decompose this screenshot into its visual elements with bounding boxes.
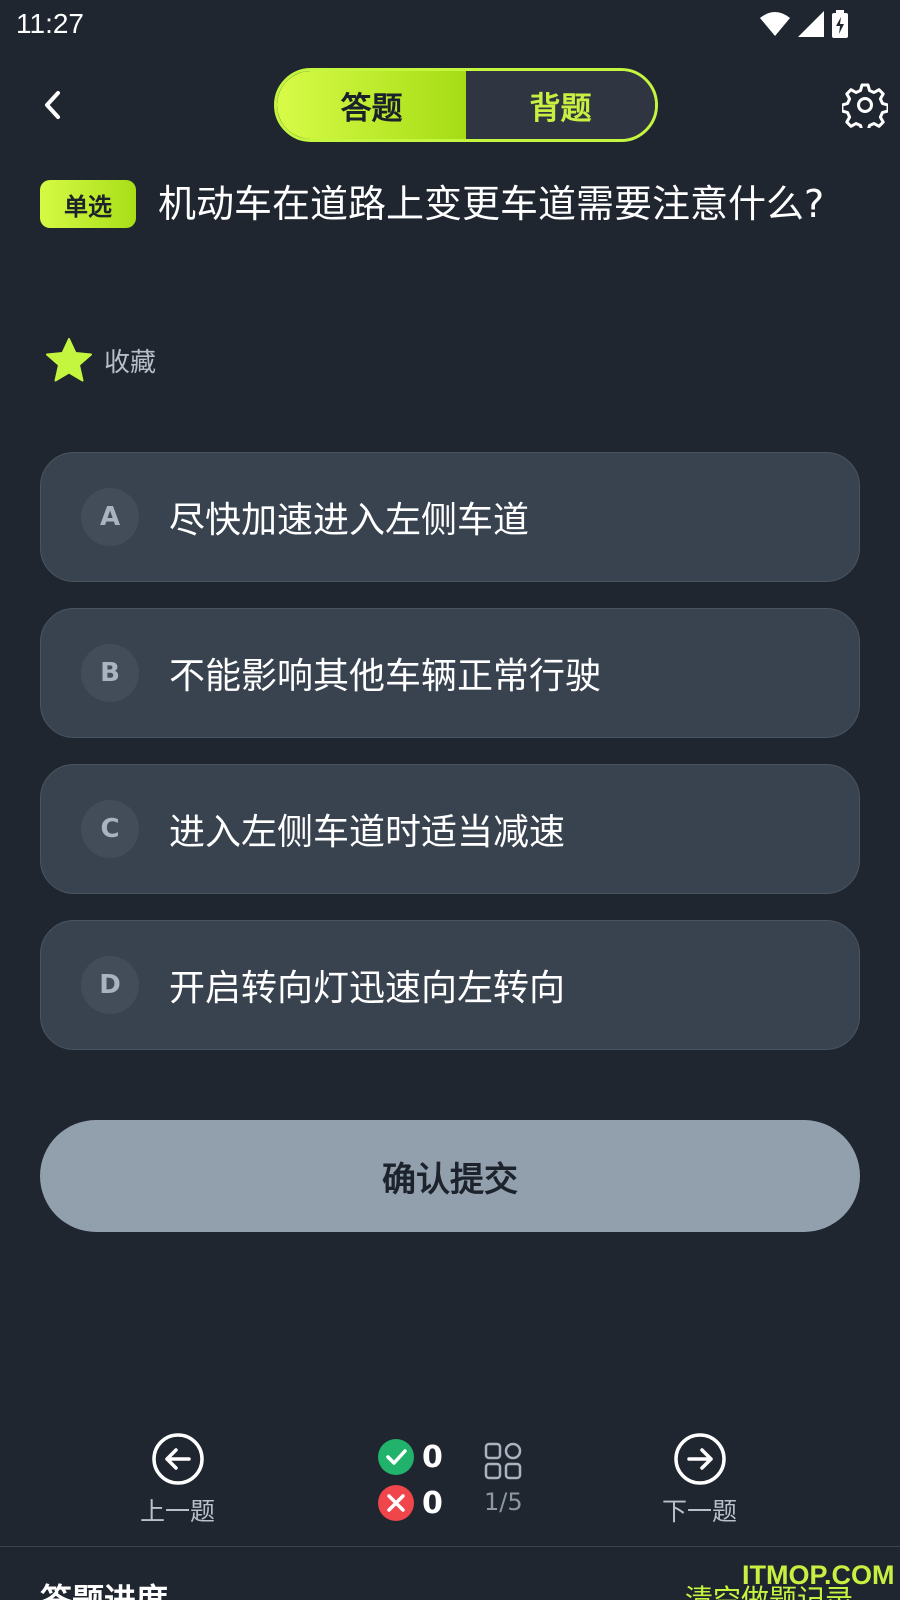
progress-title: 答题进度 xyxy=(40,1581,169,1600)
option-b[interactable]: B 不能影响其他车辆正常行驶 xyxy=(40,608,860,738)
cross-circle-icon xyxy=(378,1485,414,1521)
question-type-badge: 单选 xyxy=(40,180,136,228)
progress-label: 1/5 xyxy=(484,1488,523,1516)
status-icons xyxy=(760,10,848,38)
bottom-nav: 上一题 0 0 1/5 下一题 xyxy=(0,1420,900,1530)
chevron-left-icon xyxy=(45,91,60,119)
arrow-left-circle-icon xyxy=(151,1433,204,1485)
question-text: 机动车在道路上变更车道需要注意什么? xyxy=(158,182,825,226)
option-text: 进入左侧车道时适当减速 xyxy=(169,812,566,853)
option-d[interactable]: D 开启转向灯迅速向左转向 xyxy=(40,920,860,1050)
option-letter: B xyxy=(81,644,139,702)
arrow-right-circle-icon xyxy=(673,1433,726,1485)
correct-row: 0 xyxy=(378,1434,443,1480)
wifi-icon xyxy=(760,12,790,36)
signal-icon xyxy=(798,11,824,37)
check-circle-icon xyxy=(378,1439,414,1475)
next-question-button[interactable]: 下一题 xyxy=(662,1432,737,1528)
option-c[interactable]: C 进入左侧车道时适当减速 xyxy=(40,764,860,894)
watermark: ITMOP.COM xyxy=(742,1560,895,1590)
wrong-count: 0 xyxy=(422,1485,443,1521)
gear-icon xyxy=(840,83,890,133)
score-summary: 0 0 xyxy=(378,1434,443,1526)
correct-count: 0 xyxy=(422,1439,443,1475)
next-label: 下一题 xyxy=(662,1497,738,1526)
option-text: 开启转向灯迅速向左转向 xyxy=(169,968,566,1009)
back-button[interactable] xyxy=(34,82,70,128)
option-letter: D xyxy=(81,956,139,1014)
divider xyxy=(0,1546,900,1547)
option-letter: C xyxy=(81,800,139,858)
favorite-button[interactable]: 收藏 xyxy=(46,338,156,382)
status-time: 11:27 xyxy=(16,8,84,39)
option-a[interactable]: A 尽快加速进入左侧车道 xyxy=(40,452,860,582)
submit-button[interactable]: 确认提交 xyxy=(40,1120,860,1232)
prev-label: 上一题 xyxy=(140,1497,216,1526)
options-list: A 尽快加速进入左侧车道 B 不能影响其他车辆正常行驶 C 进入左侧车道时适当减… xyxy=(40,452,860,1076)
star-icon xyxy=(46,338,92,382)
grid-icon xyxy=(485,1442,522,1480)
favorite-label: 收藏 xyxy=(104,347,157,378)
question-grid-button[interactable]: 1/5 xyxy=(484,1442,523,1516)
battery-icon xyxy=(832,10,848,38)
wrong-row: 0 xyxy=(378,1480,443,1526)
status-bar: 11:27 xyxy=(0,0,900,50)
tab-answer[interactable]: 答题 xyxy=(277,71,466,139)
option-text: 尽快加速进入左侧车道 xyxy=(169,500,530,541)
tab-memorize[interactable]: 背题 xyxy=(466,71,655,139)
settings-button[interactable] xyxy=(840,82,890,133)
mode-toggle: 答题 背题 xyxy=(274,68,658,142)
top-bar: 答题 背题 xyxy=(0,60,900,150)
option-text: 不能影响其他车辆正常行驶 xyxy=(169,656,602,697)
option-letter: A xyxy=(81,488,139,546)
prev-question-button[interactable]: 上一题 xyxy=(140,1432,215,1528)
